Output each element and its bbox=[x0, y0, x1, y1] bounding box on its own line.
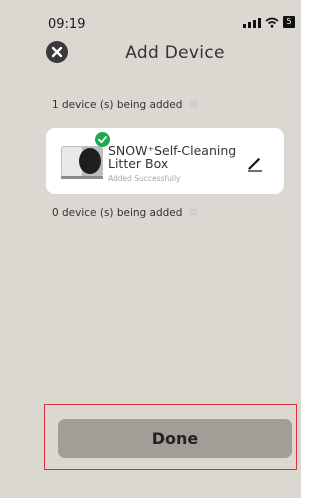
status-time: 09:19 bbox=[48, 17, 86, 32]
device-status: Added Successfully bbox=[108, 174, 181, 183]
pending-count-text: 0 device (s) being added bbox=[52, 207, 183, 219]
close-icon bbox=[51, 46, 63, 58]
spinner-icon bbox=[189, 207, 199, 217]
close-button[interactable] bbox=[46, 41, 68, 63]
done-button[interactable]: Done bbox=[58, 419, 292, 458]
litter-box-image bbox=[61, 146, 103, 179]
status-bar: 09:19 5 bbox=[0, 0, 301, 36]
wifi-icon bbox=[265, 17, 279, 28]
adding-count-text: 1 device (s) being added bbox=[52, 99, 183, 111]
device-card: SNOW⁺Self-Cleaning Litter Box Added Succ… bbox=[46, 128, 284, 194]
app-screen: 09:19 5 Add Device 1 device (s) being ad… bbox=[0, 0, 301, 498]
spinner-icon bbox=[189, 99, 199, 109]
status-icons: 5 bbox=[243, 16, 295, 28]
edit-name-button[interactable] bbox=[246, 155, 264, 173]
adding-section-label: 1 device (s) being added bbox=[52, 99, 199, 111]
page-title: Add Device bbox=[125, 43, 225, 63]
device-name: SNOW⁺Self-Cleaning Litter Box bbox=[108, 143, 237, 171]
battery-icon: 5 bbox=[283, 16, 295, 28]
pending-section-label: 0 device (s) being added bbox=[52, 207, 199, 219]
signal-icon bbox=[243, 17, 261, 28]
pencil-icon bbox=[248, 157, 262, 172]
